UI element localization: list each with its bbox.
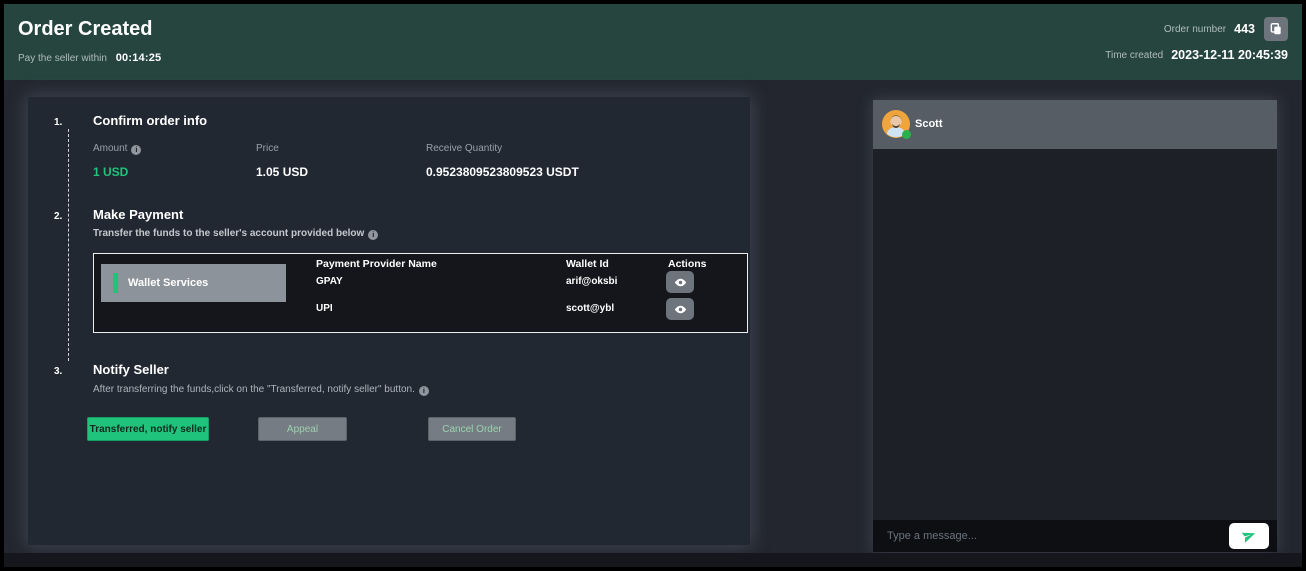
time-created-label: Time created: [1105, 50, 1163, 61]
payment-method-tab-wallet-services[interactable]: Wallet Services: [101, 264, 286, 302]
appeal-button[interactable]: Appeal: [258, 417, 347, 441]
amount-info-icon[interactable]: i: [131, 145, 141, 155]
chat-panel: Scott: [873, 100, 1277, 552]
receive-quantity-label: Receive Quantity: [426, 143, 502, 154]
view-payment-details-button[interactable]: [666, 271, 694, 293]
payment-methods-table: Wallet Services Payment Provider Name Wa…: [93, 253, 748, 333]
table-row-provider: UPI: [316, 303, 333, 314]
price-value: 1.05 USD: [256, 165, 308, 179]
step1-number: 1.: [54, 117, 62, 128]
column-header-actions: Actions: [668, 258, 707, 270]
make-payment-title: Make Payment: [93, 207, 183, 222]
make-payment-info-icon[interactable]: i: [368, 230, 378, 240]
chat-peer-name: Scott: [915, 100, 943, 149]
copy-order-number-button[interactable]: [1264, 17, 1288, 41]
make-payment-subtitle-text: Transfer the funds to the seller's accou…: [93, 228, 364, 239]
send-icon: [1241, 528, 1257, 544]
payment-tab-label: Wallet Services: [128, 277, 208, 289]
order-header: Order Created Pay the seller within 00:1…: [4, 4, 1302, 80]
eye-icon: [674, 303, 687, 316]
order-steps-panel: 1. 2. 3. Confirm order info Amounti Pric…: [28, 97, 750, 545]
page-bottom-strip: [4, 553, 1302, 567]
order-number-label: Order number: [1164, 24, 1226, 35]
notify-seller-title: Notify Seller: [93, 362, 169, 377]
table-row-wallet-id: arif@oksbi: [566, 276, 617, 287]
pay-within-row: Pay the seller within 00:14:25: [18, 52, 161, 64]
chat-message-area[interactable]: [873, 149, 1277, 520]
transferred-notify-seller-button[interactable]: Transferred, notify seller: [87, 417, 209, 441]
cancel-order-button[interactable]: Cancel Order: [428, 417, 516, 441]
amount-label-text: Amount: [93, 143, 127, 154]
chat-input-bar: [873, 520, 1277, 552]
notify-seller-info-icon[interactable]: i: [419, 386, 429, 396]
countdown-timer: 00:14:25: [116, 52, 162, 64]
amount-label: Amounti: [93, 143, 141, 155]
eye-icon: [674, 276, 687, 289]
active-tab-indicator: [113, 273, 118, 293]
amount-value: 1 USD: [93, 165, 128, 179]
chat-message-input[interactable]: [887, 520, 1207, 552]
notify-seller-subtitle: After transferring the funds,click on th…: [93, 384, 429, 396]
make-payment-subtitle: Transfer the funds to the seller's accou…: [93, 228, 378, 240]
page-title: Order Created: [18, 18, 153, 41]
copy-icon: [1269, 22, 1283, 36]
pay-within-label: Pay the seller within: [18, 53, 107, 64]
column-header-provider: Payment Provider Name: [316, 258, 437, 270]
view-payment-details-button[interactable]: [666, 298, 694, 320]
column-header-wallet-id: Wallet Id: [566, 258, 609, 270]
table-row-wallet-id: scott@ybl: [566, 303, 614, 314]
order-number-row: Order number 443: [1105, 16, 1288, 42]
order-number-value: 443: [1234, 22, 1255, 36]
notify-seller-subtitle-text: After transferring the funds,click on th…: [93, 384, 415, 395]
send-message-button[interactable]: [1229, 523, 1269, 549]
table-row-provider: GPAY: [316, 276, 343, 287]
time-created-value: 2023-12-11 20:45:39: [1171, 48, 1288, 62]
step3-number: 3.: [54, 366, 62, 377]
chat-header: Scott: [873, 100, 1277, 149]
avatar: [882, 110, 910, 138]
price-label: Price: [256, 143, 279, 154]
time-created-row: Time created 2023-12-11 20:45:39: [1105, 42, 1288, 68]
receive-quantity-value: 0.9523809523809523 USDT: [426, 165, 579, 179]
page: Order Created Pay the seller within 00:1…: [0, 0, 1306, 571]
confirm-order-title: Confirm order info: [93, 113, 207, 128]
step2-number: 2.: [54, 211, 62, 222]
online-status-dot: [902, 130, 911, 139]
order-meta: Order number 443 Time created 2023-12-11…: [1105, 16, 1288, 68]
steps-connector-line: [68, 129, 69, 361]
